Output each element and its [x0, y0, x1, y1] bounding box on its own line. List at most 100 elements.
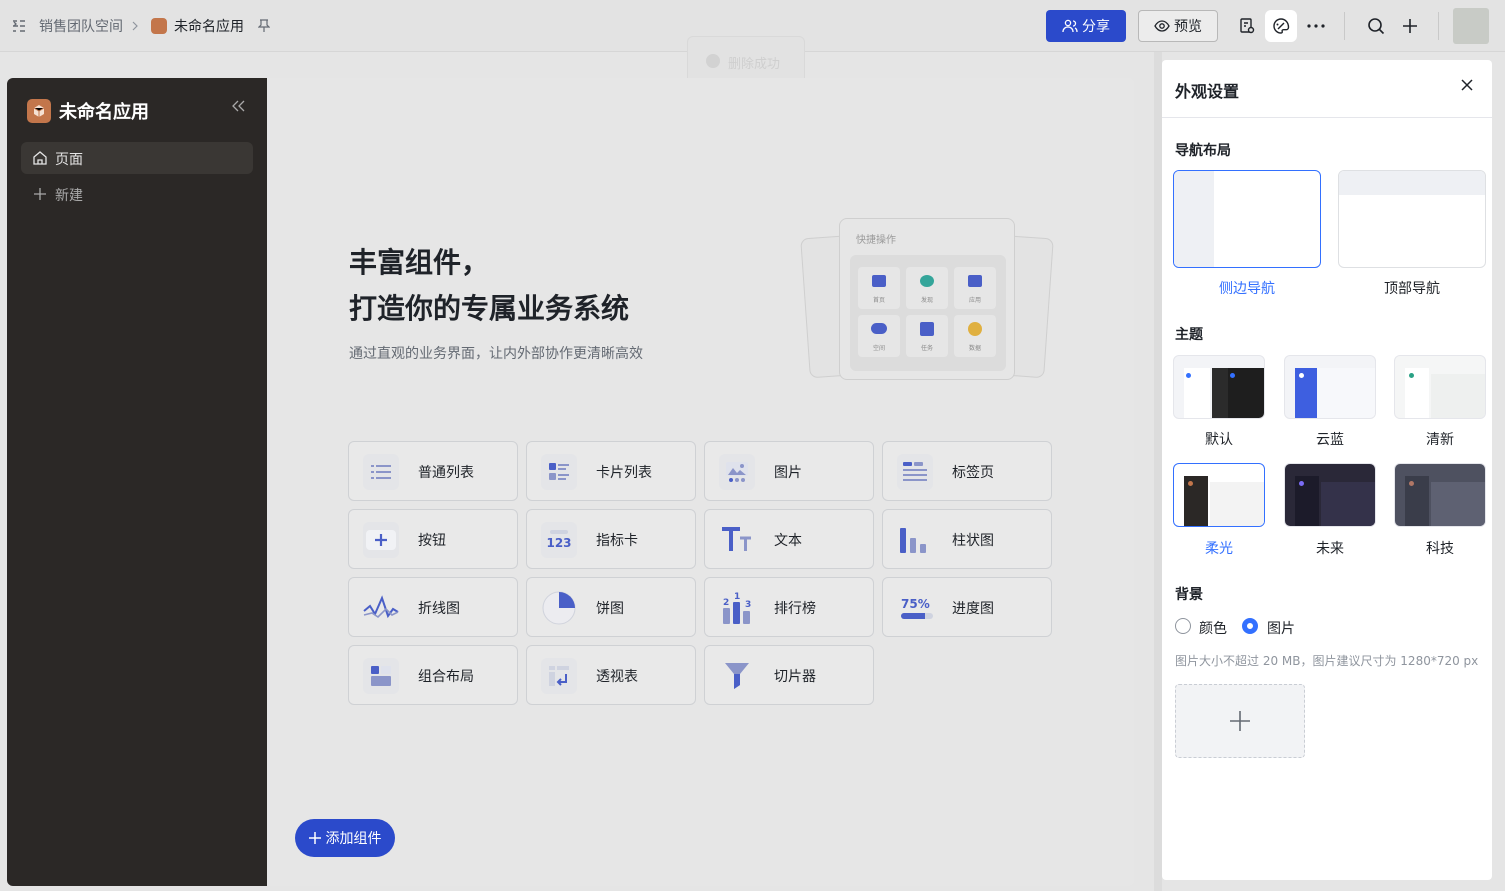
- share-button[interactable]: 分享: [1046, 10, 1126, 42]
- hero-title-line: 打造你的专属业务系统: [349, 292, 630, 325]
- component-label: 文本: [774, 533, 802, 549]
- nav-option-side[interactable]: [1173, 170, 1321, 268]
- tile: 任务: [906, 315, 948, 357]
- metric-icon-bar: [550, 530, 568, 534]
- component-progress[interactable]: 75% 进度图: [882, 577, 1052, 637]
- toast-text: 删除成功: [728, 57, 781, 72]
- pie-chart-icon: [542, 591, 576, 625]
- app-name: 未命名应用: [59, 102, 149, 123]
- svg-text:1: 1: [734, 592, 740, 602]
- component-ranking[interactable]: 12 3 排行榜: [704, 577, 874, 637]
- illustration-card: 快捷操作 首页 发现 应用 空间 任务 数据: [839, 218, 1015, 380]
- component-bar-chart[interactable]: 柱状图: [882, 509, 1052, 569]
- component-label: 指标卡: [596, 533, 638, 549]
- nav-option-top[interactable]: [1338, 170, 1486, 268]
- tile: 数据: [954, 315, 996, 357]
- theme-future[interactable]: [1284, 463, 1376, 527]
- theme-label: 未来: [1316, 541, 1344, 557]
- component-image[interactable]: 图片: [704, 441, 874, 501]
- tile: 发现: [906, 267, 948, 309]
- more-icon: [1307, 24, 1325, 28]
- hero-title: 丰富组件， 打造你的专属业务系统: [349, 240, 629, 332]
- page-settings-button[interactable]: [1231, 10, 1263, 42]
- component-card-list[interactable]: 卡片列表: [526, 441, 696, 501]
- tile-label: 空间: [872, 345, 885, 352]
- theme-label: 科技: [1426, 541, 1454, 557]
- bg-option-label[interactable]: 图片: [1267, 618, 1295, 638]
- theme-label: 柔光: [1205, 541, 1233, 557]
- illustration-header: 快捷操作: [856, 235, 896, 246]
- top-nav-preview: [1339, 171, 1485, 195]
- layout-icon: [371, 666, 391, 686]
- close-icon[interactable]: [1460, 78, 1474, 92]
- add-component-button[interactable]: 添加组件: [295, 819, 395, 857]
- component-label: 组合布局: [418, 669, 474, 685]
- avatar[interactable]: [1453, 8, 1489, 44]
- theme-cloud-blue[interactable]: [1284, 355, 1376, 419]
- bg-color-radio[interactable]: [1175, 618, 1191, 634]
- appearance-button[interactable]: [1265, 10, 1297, 42]
- theme-soft-light[interactable]: [1173, 463, 1265, 527]
- component-label: 饼图: [596, 601, 624, 617]
- nav-option-label: 顶部导航: [1384, 281, 1440, 297]
- component-label: 柱状图: [952, 533, 994, 549]
- bar-chart-icon: [900, 528, 926, 553]
- metric-icon: 123: [546, 536, 572, 550]
- component-button[interactable]: 按钮: [348, 509, 518, 569]
- preview-button[interactable]: 预览: [1138, 10, 1218, 42]
- menu-tree-icon[interactable]: [11, 18, 27, 34]
- background-heading: 背景: [1175, 587, 1203, 603]
- progress-icon: 75%: [901, 597, 930, 611]
- search-button[interactable]: [1360, 10, 1392, 42]
- tile: 应用: [954, 267, 996, 309]
- component-label: 按钮: [418, 533, 446, 549]
- component-label: 切片器: [774, 669, 816, 685]
- tile-label: 发现: [920, 297, 933, 304]
- bg-option-label[interactable]: 颜色: [1199, 618, 1227, 638]
- sidebar-item-page[interactable]: 页面: [21, 142, 253, 174]
- panel-title: 外观设置: [1175, 82, 1240, 101]
- share-label: 分享: [1082, 19, 1110, 35]
- chevron-right-icon: [132, 21, 138, 31]
- theme-fresh[interactable]: [1394, 355, 1486, 419]
- side-nav-preview: [1174, 171, 1214, 267]
- toolbar-divider: [1438, 12, 1439, 40]
- component-label: 排行榜: [774, 601, 816, 617]
- tile-label: 任务: [920, 345, 933, 352]
- filter-icon: [725, 663, 749, 689]
- page-canvas: 丰富组件， 打造你的专属业务系统 通过直观的业务界面，让内外部协作更清晰高效 快…: [267, 78, 1134, 886]
- progress-bar: [901, 613, 933, 619]
- plus-icon: [1230, 711, 1250, 731]
- theme-tech[interactable]: [1394, 463, 1486, 527]
- more-button[interactable]: [1300, 10, 1332, 42]
- component-pivot-table[interactable]: 透视表: [526, 645, 696, 705]
- component-slicer[interactable]: 切片器: [704, 645, 874, 705]
- ranking-icon: 12 3: [723, 592, 751, 624]
- component-combined-layout[interactable]: 组合布局: [348, 645, 518, 705]
- component-label: 标签页: [952, 465, 994, 481]
- component-label: 卡片列表: [596, 465, 652, 481]
- component-line-chart[interactable]: 折线图: [348, 577, 518, 637]
- component-label: 图片: [774, 465, 802, 481]
- theme-default[interactable]: [1173, 355, 1265, 419]
- component-pie-chart[interactable]: 饼图: [526, 577, 696, 637]
- collapse-icon[interactable]: [232, 100, 246, 112]
- sidebar-item-label: 新建: [55, 188, 83, 204]
- app-sidebar: 未命名应用 页面 新建: [7, 78, 267, 886]
- add-button[interactable]: [1394, 10, 1426, 42]
- pin-icon[interactable]: [258, 19, 270, 33]
- component-metric-card[interactable]: 123 指标卡: [526, 509, 696, 569]
- component-list[interactable]: 普通列表: [348, 441, 518, 501]
- component-tabs[interactable]: 标签页: [882, 441, 1052, 501]
- tile-label: 首页: [872, 297, 885, 304]
- hero-subtitle: 通过直观的业务界面，让内外部协作更清晰高效: [349, 346, 643, 362]
- breadcrumb-app[interactable]: 未命名应用: [174, 16, 244, 36]
- component-label: 折线图: [418, 601, 460, 617]
- breadcrumb-space[interactable]: 销售团队空间: [39, 16, 123, 36]
- bg-image-radio[interactable]: [1242, 618, 1258, 634]
- svg-text:2: 2: [723, 598, 729, 608]
- image-upload-button[interactable]: [1175, 684, 1305, 758]
- component-text[interactable]: 文本: [704, 509, 874, 569]
- sidebar-item-new[interactable]: 新建: [21, 178, 253, 210]
- component-label: 透视表: [596, 669, 638, 685]
